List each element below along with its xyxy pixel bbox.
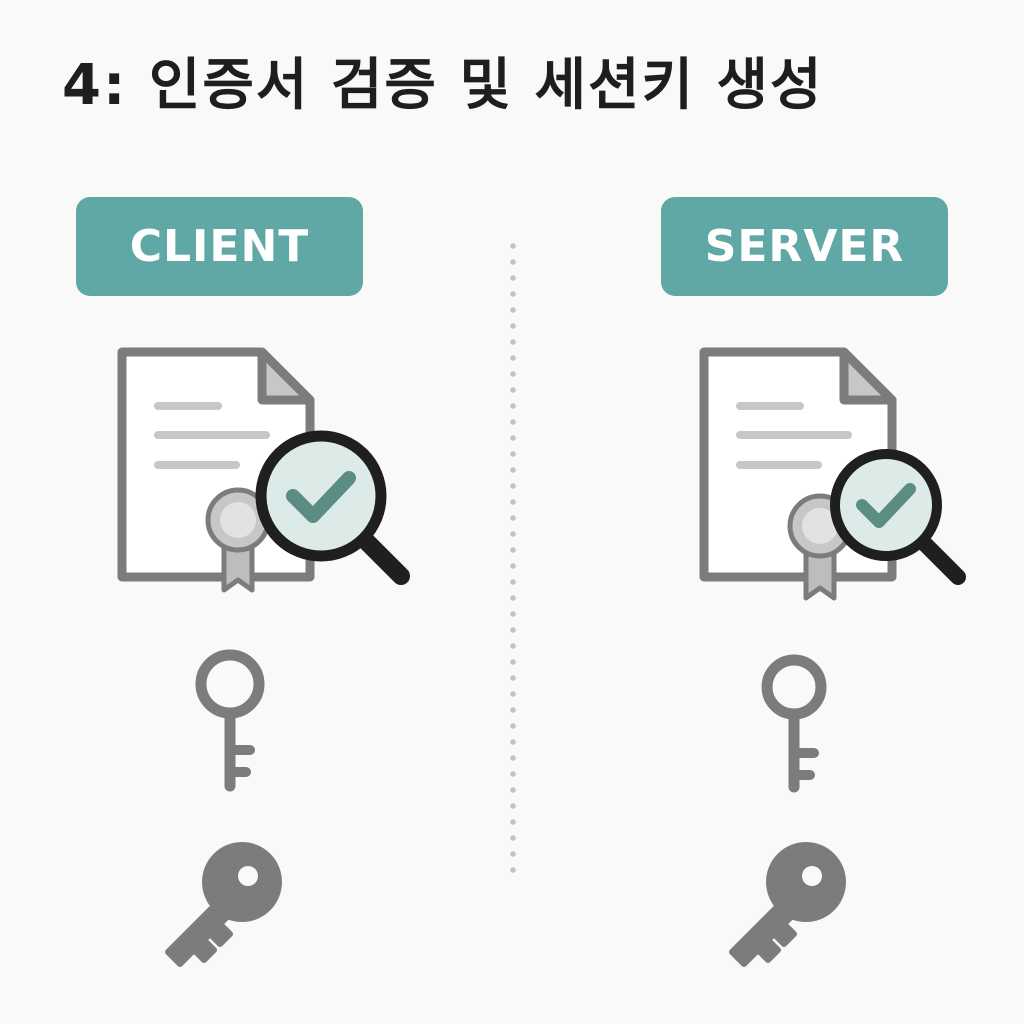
client-column xyxy=(100,0,500,1024)
dotted-divider xyxy=(510,238,516,878)
key-outline-icon xyxy=(195,649,265,792)
key-outline-icon xyxy=(761,654,827,793)
magnifier-check-icon xyxy=(255,430,410,585)
key-filled-icon xyxy=(729,842,846,967)
key-filled-icon xyxy=(165,842,282,967)
server-column xyxy=(680,0,1024,1024)
magnifier-check-icon xyxy=(830,449,966,585)
